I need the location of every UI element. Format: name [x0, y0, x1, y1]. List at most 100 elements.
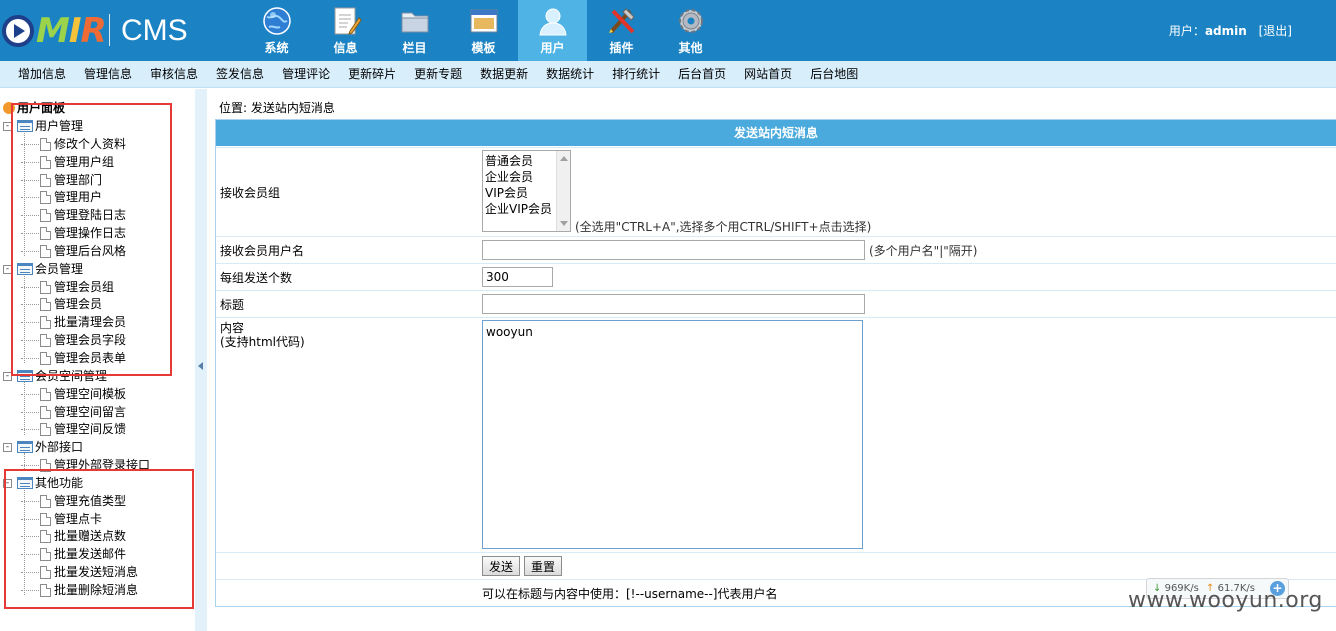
- tree-item-label: 管理空间反馈: [54, 422, 127, 437]
- nav-template[interactable]: 模板: [449, 0, 518, 61]
- row-actions: 发送 重置: [216, 552, 1336, 579]
- collapse-icon[interactable]: -: [3, 443, 12, 453]
- tree-item-label: 管理点卡: [54, 511, 103, 526]
- tree-item-label: 管理会员组: [54, 279, 115, 294]
- reset-button[interactable]: 重置: [524, 556, 563, 576]
- template-window-icon: [470, 9, 497, 33]
- nav-user[interactable]: 用户: [518, 0, 587, 61]
- usage-note: 可以在标题与内容中使用：[!--username--]代表用户名: [482, 586, 778, 601]
- field-hint: (全选用"CTRL+A",选择多个用CTRL/SHIFT+点击选择): [575, 220, 872, 234]
- tree-item-label: 修改个人资料: [54, 136, 127, 151]
- menu-manage-info[interactable]: 管理信息: [84, 61, 132, 87]
- nav-column[interactable]: 栏目: [380, 0, 449, 61]
- page-icon: [40, 227, 51, 241]
- tree-item-label: 批量赠送点数: [54, 529, 127, 544]
- menu-review-info[interactable]: 审核信息: [150, 61, 198, 87]
- menu-sign-info[interactable]: 签发信息: [216, 61, 264, 87]
- menu-admin-map[interactable]: 后台地图: [810, 61, 858, 87]
- nav-other[interactable]: 其他: [656, 0, 725, 61]
- send-button[interactable]: 发送: [482, 556, 521, 576]
- username: admin: [1204, 24, 1247, 38]
- row-batch-count: 每组发送个数: [216, 263, 1336, 290]
- tree-group-label: 会员空间管理: [35, 368, 108, 383]
- page-icon: [40, 209, 51, 223]
- sidebar-splitter[interactable]: [195, 89, 207, 631]
- collapse-icon[interactable]: -: [3, 264, 12, 274]
- page-icon: [40, 548, 51, 562]
- sidebar-title: 用户面板: [3, 99, 65, 116]
- nav-label: 模板: [471, 41, 496, 55]
- page-icon: [40, 351, 51, 365]
- nav-label: 插件: [609, 41, 634, 55]
- logout-link[interactable]: [退出]: [1259, 24, 1292, 38]
- page-icon: [40, 280, 51, 294]
- title-input[interactable]: [482, 294, 865, 314]
- nav-label: 信息: [333, 41, 358, 55]
- logo-divider: [109, 14, 110, 46]
- menu-data-update[interactable]: 数据更新: [480, 61, 528, 87]
- sidebar: 用户面板 - 用户管理 修改个人资料 管理用户组 管理部门 管理用户 管理登陆日志…: [0, 89, 195, 631]
- nav-plugin[interactable]: 插件: [587, 0, 656, 61]
- menu-manage-comments[interactable]: 管理评论: [282, 61, 330, 87]
- tree-item-label: 管理后台风格: [54, 243, 127, 258]
- tree-line: [24, 381, 25, 435]
- collapse-icon[interactable]: -: [3, 371, 12, 381]
- tree-item-label: 管理部门: [54, 172, 103, 187]
- menu-site-home[interactable]: 网站首页: [744, 61, 792, 87]
- page-icon: [40, 244, 51, 258]
- menu-rank-stats[interactable]: 排行统计: [612, 61, 660, 87]
- gear-icon: [678, 9, 703, 33]
- row-usernames: 接收会员用户名 (多个用户名"|"隔开): [216, 236, 1336, 263]
- tree-item-label: 管理空间模板: [54, 386, 127, 401]
- collapse-icon[interactable]: -: [3, 122, 12, 131]
- menu-add-info[interactable]: 增加信息: [18, 61, 66, 87]
- field-label: 每组发送个数: [220, 270, 293, 285]
- user-prefix: 用户：: [1168, 24, 1205, 38]
- tree-item-label: 管理外部登录接口: [54, 458, 151, 473]
- user-icon: [538, 8, 567, 36]
- send-message-form: 发送站内短消息 接收会员组 普通会员 企业会员 VIP会员 企业VIP会员 (全…: [215, 119, 1336, 607]
- tools-icon: [608, 8, 635, 34]
- batch-count-input[interactable]: [482, 267, 553, 287]
- document-pen-icon: [334, 7, 362, 35]
- select-scrollbar[interactable]: [556, 151, 570, 231]
- page-icon: [40, 512, 51, 526]
- row-content: 内容 (支持html代码) wooyun: [216, 317, 1336, 552]
- page-icon: [40, 316, 51, 330]
- page-icon: [40, 155, 51, 169]
- page-icon: [40, 173, 51, 187]
- tree-item-label: 管理用户组: [54, 154, 115, 169]
- field-label: 接收会员用户名: [220, 243, 305, 258]
- folder-icon: [17, 262, 33, 275]
- username-input[interactable]: [482, 240, 865, 260]
- nav-label: 栏目: [402, 41, 427, 55]
- menu-data-stats[interactable]: 数据统计: [546, 61, 594, 87]
- panel-bullet-icon: [3, 102, 15, 114]
- tree-item-label: 管理登陆日志: [54, 208, 127, 223]
- tree-item-label: 管理操作日志: [54, 226, 127, 241]
- tree-item-label: 管理会员: [54, 297, 103, 312]
- tree-group-label: 其他功能: [35, 475, 84, 490]
- collapse-arrow-icon[interactable]: [198, 362, 203, 370]
- tree-line: [24, 488, 25, 595]
- tree-item-label: 管理用户: [54, 190, 103, 205]
- folder-icon: [401, 12, 428, 33]
- form-title: 发送站内短消息: [216, 120, 1336, 147]
- folder-icon: [17, 120, 33, 132]
- page-icon: [40, 423, 51, 437]
- logo-play-icon: [2, 15, 34, 47]
- menu-update-fragments[interactable]: 更新碎片: [348, 61, 396, 87]
- row-member-groups: 接收会员组 普通会员 企业会员 VIP会员 企业VIP会员 (全选用"CTRL+…: [216, 147, 1336, 236]
- nav-system[interactable]: 系统: [242, 0, 311, 61]
- nav-info[interactable]: 信息: [311, 0, 380, 61]
- nav-label: 用户: [540, 41, 565, 55]
- tree-item-label: 批量发送邮件: [54, 547, 127, 562]
- content-textarea[interactable]: wooyun: [482, 320, 863, 549]
- menu-admin-home[interactable]: 后台首页: [678, 61, 726, 87]
- menu-update-topics[interactable]: 更新专题: [414, 61, 462, 87]
- tree-item-label: 管理会员字段: [54, 333, 127, 348]
- top-header: MIR CMS 系统 信息 栏目 模板 用户 插件 其他 用户：admin [退…: [0, 0, 1336, 61]
- page-icon: [40, 387, 51, 401]
- member-group-select[interactable]: 普通会员 企业会员 VIP会员 企业VIP会员: [482, 150, 571, 232]
- collapse-icon[interactable]: -: [3, 478, 12, 488]
